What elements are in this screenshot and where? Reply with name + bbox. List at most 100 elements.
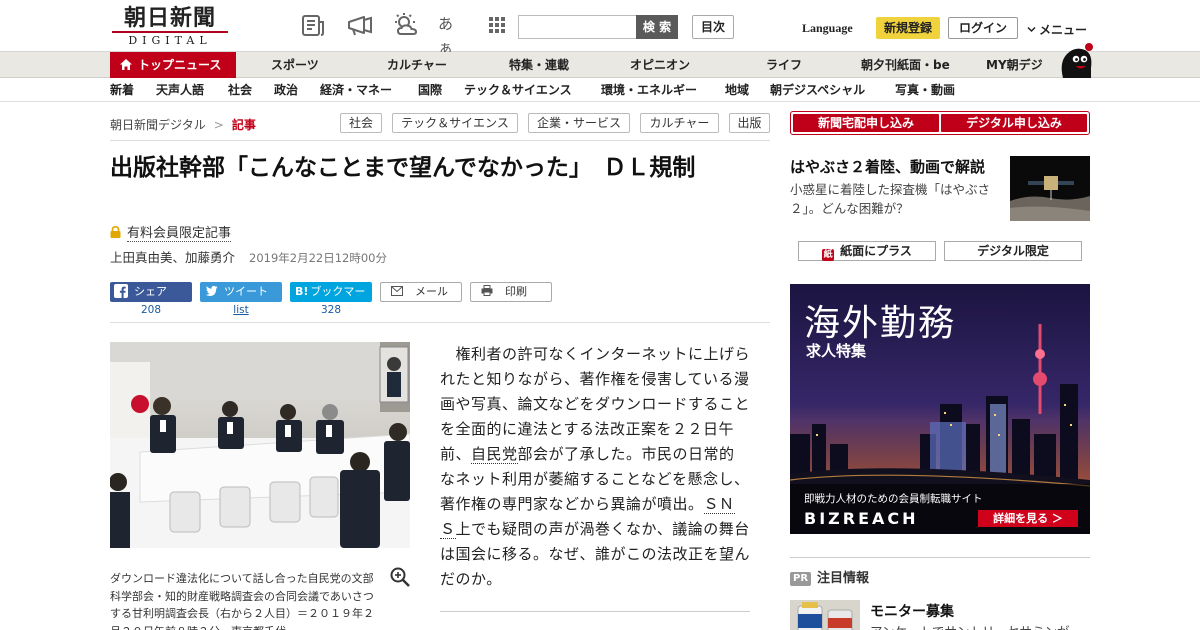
search-input[interactable] <box>518 15 636 39</box>
nav2-item-photo[interactable]: 写真・動画 <box>895 79 955 102</box>
newspaper-subscribe-button[interactable]: 新聞宅配申し込み <box>793 114 939 132</box>
twitter-list-link[interactable]: list <box>200 304 282 316</box>
nav-item-culture[interactable]: カルチャー <box>387 52 447 78</box>
authors: 上田真由美、加藤勇介 <box>110 250 236 265</box>
nav-item-label: トップニュース <box>138 58 222 72</box>
site-logo[interactable]: 朝日新聞 DIGITAL <box>112 5 228 47</box>
print-button[interactable]: 印刷 <box>470 282 552 302</box>
ad-title: 海外勤務 <box>804 303 957 344</box>
nav2-item-special[interactable]: 朝デジスペシャル <box>770 79 865 102</box>
feature-description[interactable]: 小惑星に着陸した探査機「はやぶさ２」。どんな困難が？ <box>790 180 1002 218</box>
ad-subtitle: 求人特集 <box>806 342 867 360</box>
pr-item-description[interactable]: アンケートでサントリーセサミンが <box>870 621 1070 630</box>
twitter-bird-icon <box>204 284 218 298</box>
tag-culture[interactable]: カルチャー <box>640 113 719 133</box>
toc-button[interactable]: 目次 <box>692 15 734 39</box>
apps-grid-icon[interactable] <box>484 12 510 38</box>
nav2-item-politics[interactable]: 政治 <box>274 79 298 102</box>
print-label: 印刷 <box>505 285 527 298</box>
site-header: 朝日新聞 DIGITAL あぁ 検 索 目次 Language 新規登録 ログイ… <box>0 0 1200 57</box>
nav2-item-latest[interactable]: 新着 <box>110 79 134 102</box>
facebook-count: 208 <box>140 304 162 316</box>
ad-cta-button[interactable]: 詳細を見る ＞ <box>978 510 1078 527</box>
megaphone-icon[interactable] <box>346 12 372 38</box>
page: 朝日新聞 DIGITAL あぁ 検 索 目次 Language 新規登録 ログイ… <box>0 0 1200 630</box>
plus-paper-button[interactable]: 紙紙面にプラス <box>798 241 936 261</box>
nav2-item-local[interactable]: 地域 <box>725 79 749 102</box>
twitter-share-label: ツイート <box>224 285 268 298</box>
nav-item-paper[interactable]: 朝夕刊紙面・be <box>861 52 950 78</box>
article-body: 権利者の許可なくインターネットに上げられたと知りながら、著作権を侵害している漫画… <box>440 342 750 592</box>
nav2-item-environment[interactable]: 環境・エネルギー <box>601 79 697 102</box>
digital-subscribe-button[interactable]: デジタル申し込み <box>941 114 1087 132</box>
print-icon <box>481 284 493 296</box>
divider <box>790 557 1090 558</box>
hatena-count: 328 <box>320 304 342 316</box>
breadcrumb-separator: > <box>213 118 224 132</box>
nav2-item-international[interactable]: 国際 <box>418 79 442 102</box>
facebook-icon <box>114 284 128 298</box>
hatena-bookmark-button[interactable]: B! ブックマーク <box>290 282 372 318</box>
divider <box>110 322 770 323</box>
login-button[interactable]: ログイン <box>948 17 1018 39</box>
logo-sub: DIGITAL <box>112 31 228 47</box>
menu-button[interactable]: メニュー <box>1027 21 1087 38</box>
nav-item-top-news[interactable]: トップニュース <box>110 52 236 78</box>
menu-label: メニュー <box>1039 23 1088 37</box>
plus-paper-label: 紙面にプラス <box>840 244 912 258</box>
nav2-item-tech[interactable]: テック＆サイエンス <box>464 79 572 102</box>
facebook-share-button[interactable]: シェア <box>110 282 192 302</box>
advertisement-banner[interactable]: 海外勤務 求人特集 即戦力人材のための会員制転職サイト BIZREACH 詳細を… <box>790 284 1090 534</box>
tag-business[interactable]: 企業・サービス <box>528 113 630 133</box>
keyword-link-ldp[interactable]: 自民党 <box>471 445 518 464</box>
search-button[interactable]: 検 索 <box>636 15 678 39</box>
chevron-down-icon <box>1027 23 1036 33</box>
digital-limited-button[interactable]: デジタル限定 <box>944 241 1082 261</box>
facebook-share-label: シェア <box>134 285 167 298</box>
byline: 上田真由美、加藤勇介 2019年2月22日12時00分 <box>110 247 387 266</box>
paid-label[interactable]: 有料会員限定記事 <box>110 222 232 242</box>
feature-thumbnail[interactable] <box>1010 156 1090 221</box>
subscribe-buttons: 新聞宅配申し込み デジタル申し込み <box>790 111 1090 135</box>
logo-main: 朝日新聞 <box>123 5 216 31</box>
newspaper-icon[interactable] <box>300 12 326 38</box>
nav-item-features[interactable]: 特集・連載 <box>509 52 569 78</box>
language-link[interactable]: Language <box>802 21 853 36</box>
divider <box>440 611 750 612</box>
pr-item-title[interactable]: モニター募集 <box>870 601 954 621</box>
pr-badge: PR <box>790 572 812 586</box>
twitter-share-button[interactable]: ツイート <box>200 282 282 302</box>
mail-share-button[interactable]: メール <box>380 282 462 302</box>
pr-thumbnail[interactable] <box>790 600 860 630</box>
nav-item-sports[interactable]: スポーツ <box>271 52 319 78</box>
photo-caption: ダウンロード違法化について話し合った自民党の文部科学部会・知的財産戦略調査会の合… <box>110 572 374 630</box>
nav-item-opinion[interactable]: オピニオン <box>630 52 690 78</box>
secondary-nav: 新着 天声人語 社会 政治 経済・マネー 国際 テック＆サイエンス 環境・エネル… <box>0 79 1200 102</box>
header-icons: あぁ <box>300 12 510 57</box>
tag-tech[interactable]: テック＆サイエンス <box>392 113 518 133</box>
ad-brand: BIZREACH <box>804 509 919 528</box>
nav2-item-economy[interactable]: 経済・マネー <box>320 79 392 102</box>
nav-item-my-asadigi[interactable]: MY朝デジ <box>986 52 1043 78</box>
feature-title[interactable]: はやぶさ２着陸、動画で解説 <box>790 156 985 177</box>
nav2-item-tenseijingo[interactable]: 天声人語 <box>156 79 204 102</box>
hatena-icon: B! <box>295 285 309 298</box>
breadcrumb-current: 記事 <box>231 118 256 132</box>
tag-publishing[interactable]: 出版 <box>729 113 770 133</box>
body-text: 上でも疑問の声が渦巻くなか、議論の舞台は国会に移る。なぜ、誰がこの法改正を望んだ… <box>440 520 751 588</box>
tag-society[interactable]: 社会 <box>340 113 382 133</box>
home-icon <box>120 53 132 70</box>
register-button[interactable]: 新規登録 <box>876 17 940 39</box>
ad-tagline: 即戦力人材のための会員制転職サイト <box>804 493 983 505</box>
paid-label-text: 有料会員限定記事 <box>127 226 232 242</box>
mascot-icon[interactable] <box>1055 42 1095 78</box>
pr-label: 注目情報 <box>817 571 870 586</box>
breadcrumb-home[interactable]: 朝日新聞デジタル <box>110 118 206 132</box>
article-photo[interactable] <box>110 342 410 548</box>
font-size-icon[interactable]: あぁ <box>438 12 464 57</box>
breadcrumb: 朝日新聞デジタル > 記事 <box>110 116 256 133</box>
nav-item-life[interactable]: ライフ <box>766 52 802 78</box>
nav2-item-society[interactable]: 社会 <box>228 79 252 102</box>
zoom-icon[interactable] <box>390 567 410 587</box>
weather-icon[interactable] <box>392 12 418 38</box>
